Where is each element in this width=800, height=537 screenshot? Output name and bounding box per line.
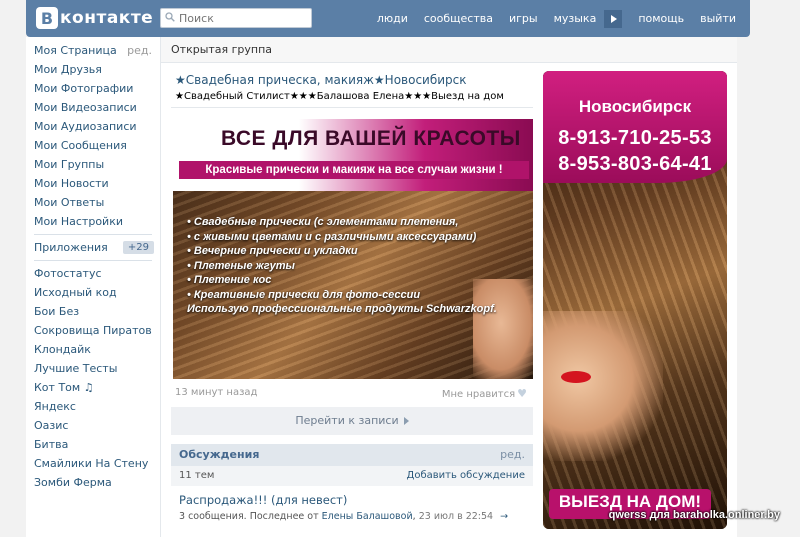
divider <box>171 107 533 108</box>
sidebar-item-label: Мои Ответы <box>34 196 105 209</box>
post-headline: ВСЕ ДЛЯ ВАШЕЙ КРАСОТЫ <box>221 127 521 150</box>
top-nav: люди сообщества игры музыка помощь выйти <box>361 0 736 37</box>
ad-banner[interactable]: Новосибирск 8-913-710-25-53 8-953-803-64… <box>543 71 727 529</box>
sidebar-app-item[interactable]: Бои Без <box>26 302 160 321</box>
topic-prefix: 3 сообщения. Последнее от <box>179 511 319 522</box>
vk-logo-text: контакте <box>60 8 154 28</box>
sidebar-app-item[interactable]: Зомби Ферма <box>26 473 160 492</box>
vk-logo-badge: В <box>36 7 58 29</box>
sidebar-item-videos[interactable]: Мои Видеозаписи <box>26 98 160 117</box>
heart-icon: ♥ <box>517 387 527 400</box>
sidebar-app-item[interactable]: Фотостатус <box>26 264 160 283</box>
ad-phone-1: 8-913-710-25-53 <box>558 127 712 149</box>
watermark: qwerss для baraholka.onliner.by <box>608 509 780 521</box>
sidebar-item-friends[interactable]: Мои Друзья <box>26 60 160 79</box>
nav-music[interactable]: музыка <box>554 12 597 25</box>
services-list: Свадебные прически (с элементами плетени… <box>187 215 476 302</box>
sidebar-item-apps[interactable]: Приложения +29 <box>26 238 160 257</box>
post-image[interactable]: ВСЕ ДЛЯ ВАШЕЙ КРАСОТЫ Красивые прически … <box>173 119 533 379</box>
play-music-icon[interactable] <box>604 9 623 28</box>
left-sidebar: Моя Страница ред. Мои Друзья Мои Фотограф… <box>26 37 160 537</box>
sidebar-app-item[interactable]: Клондайк <box>26 340 160 359</box>
products-line: Использую профессиональные продукты Schw… <box>187 303 497 315</box>
service-item: Креативные прически для фото-сессии <box>187 288 476 303</box>
ad-city: Новосибирск <box>578 97 692 116</box>
nav-help[interactable]: помощь <box>638 12 684 25</box>
goto-post-label: Перейти к записи <box>295 414 399 427</box>
service-item: с живыми цветами и с различными аксессуа… <box>187 230 476 245</box>
sidebar-item-label: Мои Фотографии <box>34 82 134 95</box>
sidebar-app-item[interactable]: Смайлики На Стену <box>26 454 160 473</box>
search-icon <box>165 12 175 22</box>
sidebar-item-news[interactable]: Мои Новости <box>26 174 160 193</box>
sidebar-divider <box>34 234 152 235</box>
service-item: Свадебные прически (с элементами плетени… <box>187 215 476 230</box>
sidebar-app-item[interactable]: Исходный код <box>26 283 160 302</box>
nav-logout[interactable]: выйти <box>700 12 736 25</box>
group-status: ★Свадебный Стилист★★★Балашова Елена★★★Вы… <box>175 91 504 102</box>
sidebar-item-photos[interactable]: Мои Фотографии <box>26 79 160 98</box>
group-name: ★Свадебная прическа, макияж★Новосибирск <box>175 73 467 87</box>
ad-phone-2: 8-953-803-64-41 <box>558 153 712 175</box>
sidebar-item-label: Мои Друзья <box>34 63 102 76</box>
goto-post-button[interactable]: Перейти к записи <box>171 407 533 435</box>
discussions-title[interactable]: Обсуждения <box>179 448 259 461</box>
main-content: Открытая группа ★Свадебная прическа, мак… <box>160 37 737 537</box>
service-item: Плетеные жгуты <box>187 259 476 274</box>
sidebar-item-label: Мои Новости <box>34 177 109 190</box>
sidebar-item-label: Мои Видеозаписи <box>34 101 137 114</box>
sidebar-item-groups[interactable]: Мои Группы <box>26 155 160 174</box>
discussions-count: 11 тем <box>179 470 215 481</box>
sidebar-item-messages[interactable]: Мои Сообщения <box>26 136 160 155</box>
sidebar-app-item[interactable]: Лучшие Тесты <box>26 359 160 378</box>
service-item: Вечерние прически и укладки <box>187 244 476 259</box>
sidebar-app-item[interactable]: Яндекс <box>26 397 160 416</box>
sidebar-app-item[interactable]: Битва <box>26 435 160 454</box>
apps-count-badge: +29 <box>122 241 154 254</box>
discussions-subheader: 11 тем Добавить обсуждение <box>171 466 533 486</box>
arrow-right-icon <box>403 417 409 425</box>
vk-logo[interactable]: В контакте <box>36 6 153 30</box>
sidebar-item-label: Мои Сообщения <box>34 139 127 152</box>
like-label: Мне нравится <box>441 389 516 400</box>
like-button[interactable]: Мне нравится ♥ <box>442 387 527 400</box>
post-subline: Красивые прически и макияж на все случаи… <box>179 161 529 179</box>
sidebar-item-audio[interactable]: Мои Аудиозаписи <box>26 117 160 136</box>
sidebar-item-label: Приложения <box>34 241 108 254</box>
sidebar-item-label: Моя Страница <box>34 44 117 57</box>
model-face <box>473 279 533 379</box>
post-time[interactable]: 13 минут назад <box>175 387 257 398</box>
discussions-edit-link[interactable]: ред. <box>500 444 525 466</box>
sidebar-app-item[interactable]: Сокровища Пиратов <box>26 321 160 340</box>
sidebar-item-label: Мои Группы <box>34 158 105 171</box>
top-header: В контакте люди сообщества игры музыка п… <box>26 0 750 37</box>
topic-author-link[interactable]: Елены Балашовой <box>322 511 413 522</box>
sidebar-divider <box>34 260 152 261</box>
discussions-header: Обсуждения ред. <box>171 444 533 466</box>
model-face <box>543 311 663 461</box>
sidebar-item-label: Мои Аудиозаписи <box>34 120 137 133</box>
sidebar-app-item[interactable]: Кот Том ♫ <box>26 378 160 397</box>
topic-date: 23 июл в 22:54 <box>418 511 494 522</box>
search-box[interactable] <box>160 8 312 28</box>
page-title: Открытая группа <box>161 37 737 63</box>
nav-people[interactable]: люди <box>377 12 408 25</box>
nav-communities[interactable]: сообщества <box>424 12 493 25</box>
go-to-last-arrow[interactable]: → <box>500 511 508 522</box>
add-discussion-link[interactable]: Добавить обсуждение <box>407 466 525 486</box>
sidebar-item-settings[interactable]: Мои Настройки <box>26 212 160 231</box>
topic-title[interactable]: Распродажа!!! (для невест) <box>179 493 347 507</box>
sidebar-item-label: Мои Настройки <box>34 215 123 228</box>
sidebar-item-answers[interactable]: Мои Ответы <box>26 193 160 212</box>
topic-meta: 3 сообщения. Последнее от Елены Балашово… <box>179 511 509 522</box>
service-item: Плетение кос <box>187 273 476 288</box>
search-input[interactable] <box>179 10 305 26</box>
nav-games[interactable]: игры <box>509 12 538 25</box>
model-lips <box>561 371 591 383</box>
sidebar-item-my-page[interactable]: Моя Страница ред. <box>26 41 160 60</box>
sidebar-app-item[interactable]: Оазис <box>26 416 160 435</box>
edit-link[interactable]: ред. <box>127 41 152 60</box>
